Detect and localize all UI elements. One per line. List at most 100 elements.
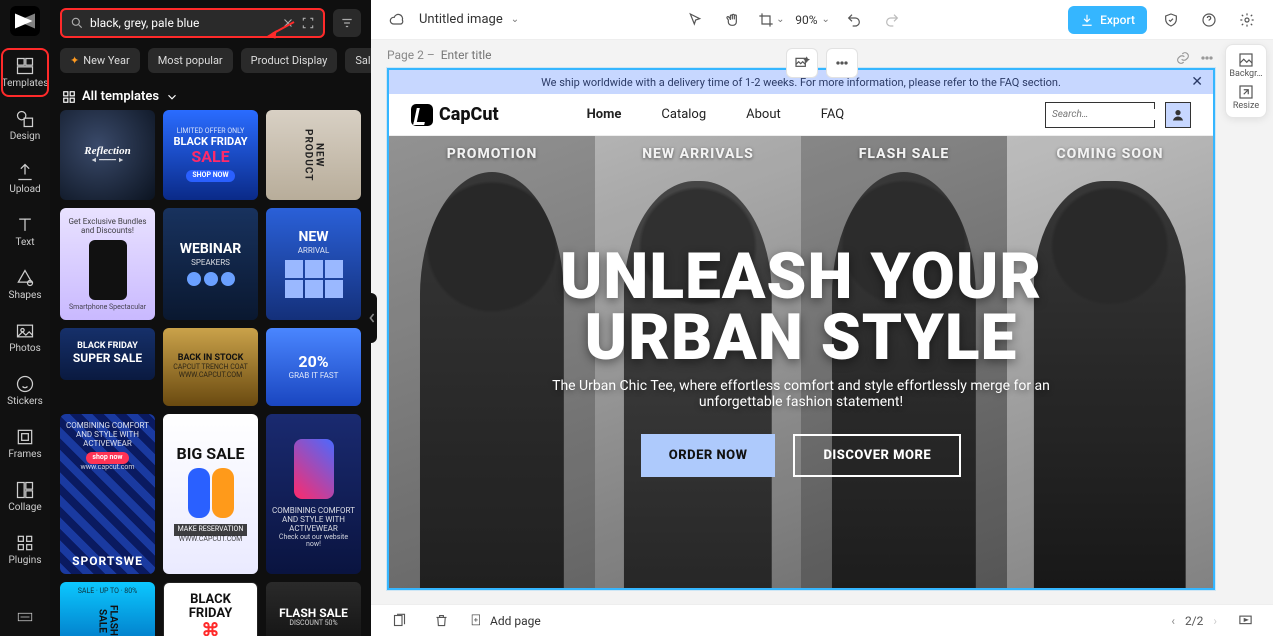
stickers-icon: [15, 374, 35, 394]
rail-stickers[interactable]: Stickers: [3, 368, 47, 413]
right-dock: Backgr… Resize: [1225, 44, 1267, 118]
background-tool[interactable]: Backgr…: [1229, 51, 1262, 79]
settings-button[interactable]: [1233, 6, 1261, 34]
hero: PROMOTION NEW ARRIVALS FLASH SALE COMING…: [389, 136, 1213, 588]
page-label: Page 2 –: [387, 48, 521, 62]
nav-links: Home Catalog About FAQ: [587, 107, 845, 122]
site-search-box[interactable]: [1045, 102, 1155, 128]
chip-product-display[interactable]: Product Display: [241, 48, 338, 73]
select-tool[interactable]: [681, 6, 709, 34]
export-button[interactable]: Export: [1068, 6, 1147, 34]
rail-label: Design: [10, 131, 41, 142]
zoom-level[interactable]: 90%⌄: [795, 13, 830, 27]
resize-icon: [1237, 83, 1255, 101]
order-now-button[interactable]: ORDER NOW: [641, 434, 776, 477]
nav-catalog[interactable]: Catalog: [661, 107, 706, 122]
tpl-mini-controls: ◄ ━━━━ ►: [90, 157, 124, 165]
hero-col-coming-soon: COMING SOON: [1007, 136, 1213, 588]
tpl-overline: Get Exclusive Bundles and Discounts!: [66, 218, 149, 236]
section-all-templates[interactable]: All templates: [50, 81, 371, 110]
scan-icon[interactable]: [301, 16, 315, 30]
chip-new-year[interactable]: ✦New Year: [60, 48, 140, 73]
collage-icon: [15, 480, 35, 500]
search-box[interactable]: [60, 8, 325, 38]
crop-tool[interactable]: ⌄: [757, 6, 785, 34]
template-card[interactable]: SALE · UP TO · 80% FLASH SALE: [60, 582, 155, 636]
redo-button[interactable]: [878, 6, 906, 34]
cloud-sync-button[interactable]: [383, 6, 411, 34]
filter-button[interactable]: [333, 9, 361, 37]
panel-collapse-handle[interactable]: [367, 293, 377, 343]
template-card[interactable]: FLASH SALE DISCOUNT 50%: [266, 582, 361, 636]
rail-templates[interactable]: Templates: [3, 50, 47, 95]
add-page-button[interactable]: Add page: [469, 613, 541, 628]
hand-tool[interactable]: [719, 6, 747, 34]
tpl-title: BIG SALE: [176, 445, 244, 463]
rail-upload[interactable]: Upload: [3, 156, 47, 201]
template-card[interactable]: NEW ARRIVAL: [266, 208, 361, 320]
rail-shapes[interactable]: Shapes: [3, 262, 47, 307]
clear-icon[interactable]: [281, 16, 295, 30]
chevron-down-icon[interactable]: ⌄: [511, 14, 519, 25]
tpl-title: FLASH SALE: [279, 607, 348, 620]
tpl-grid-thumbs: [285, 260, 343, 298]
nav-home[interactable]: Home: [587, 107, 622, 122]
rail-text[interactable]: Text: [3, 209, 47, 254]
help-button[interactable]: [1195, 6, 1223, 34]
template-card[interactable]: COMBINING COMFORT AND STYLE WITH ACTIVEW…: [60, 414, 155, 574]
template-card[interactable]: COMBINING COMFORT AND STYLE WITH ACTIVEW…: [266, 414, 361, 574]
discover-more-button[interactable]: DISCOVER MORE: [793, 434, 961, 477]
template-card[interactable]: Reflection ◄ ━━━━ ►: [60, 110, 155, 200]
tpl-title: NEW PRODUCT: [303, 116, 325, 194]
template-card[interactable]: BACK IN STOCK CAPCUT TRENCH COAT WWW.CAP…: [163, 328, 258, 406]
zoom-value: 90%: [795, 13, 817, 27]
rail-frames[interactable]: Frames: [3, 421, 47, 466]
undo-icon: [846, 12, 862, 28]
capcut-logo-icon[interactable]: [10, 6, 40, 36]
rail-design[interactable]: Design: [3, 103, 47, 148]
plugins-icon: [15, 533, 35, 553]
search-icon: [70, 16, 84, 30]
template-card[interactable]: BLACK FRIDAY ⌘: [163, 582, 258, 636]
present-button[interactable]: [1231, 607, 1259, 635]
undo-button[interactable]: [840, 6, 868, 34]
banner-close-icon[interactable]: ✕: [1191, 74, 1203, 90]
template-card[interactable]: Get Exclusive Bundles and Discounts! Sma…: [60, 208, 155, 320]
brand: CapCut: [411, 104, 499, 126]
document-title[interactable]: Untitled image: [419, 12, 503, 27]
rail-photos[interactable]: Photos: [3, 315, 47, 360]
prev-page-button[interactable]: ‹: [1171, 614, 1175, 628]
template-card[interactable]: BIG SALE MAKE RESERVATION WWW.CAPCUT.COM: [163, 414, 258, 574]
chip-sales-pro[interactable]: Sales Pro: [345, 48, 371, 73]
delete-page-button[interactable]: [427, 607, 455, 635]
link-canvas-button[interactable]: [1175, 50, 1191, 66]
template-card[interactable]: 20% GRAB IT FAST: [266, 328, 361, 406]
template-card[interactable]: WEBINAR SPEAKERS: [163, 208, 258, 320]
template-card[interactable]: NEW PRODUCT: [266, 110, 361, 200]
ai-image-button[interactable]: [786, 48, 818, 78]
canvas-more-button[interactable]: [1199, 50, 1215, 66]
chip-most-popular[interactable]: Most popular: [148, 48, 233, 73]
pages-view-button[interactable]: [385, 607, 413, 635]
nav-about[interactable]: About: [746, 107, 781, 122]
next-page-button[interactable]: ›: [1213, 614, 1217, 628]
more-button[interactable]: [826, 48, 858, 78]
nav-faq[interactable]: FAQ: [821, 107, 844, 122]
resize-tool[interactable]: Resize: [1233, 83, 1259, 111]
person-icon: [1171, 108, 1185, 122]
chip-label: Sales Pro: [355, 54, 371, 67]
page-title-input[interactable]: [441, 48, 521, 62]
brand-name: CapCut: [439, 104, 499, 125]
rail-collage[interactable]: Collage: [3, 474, 47, 519]
tpl-title: NEW: [298, 230, 328, 245]
template-card[interactable]: BLACK FRIDAY SUPER SALE: [60, 328, 155, 380]
chevron-down-icon: [165, 90, 179, 104]
rail-bottom-button[interactable]: [0, 608, 50, 626]
cloud-icon: [389, 12, 405, 28]
account-button[interactable]: [1165, 102, 1191, 128]
search-input[interactable]: [90, 16, 275, 30]
shield-button[interactable]: [1157, 6, 1185, 34]
rail-plugins[interactable]: Plugins: [3, 527, 47, 572]
page-frame[interactable]: We ship worldwide with a delivery time o…: [387, 68, 1215, 590]
template-card[interactable]: LIMITED OFFER ONLY BLACK FRIDAY SALE SHO…: [163, 110, 258, 200]
